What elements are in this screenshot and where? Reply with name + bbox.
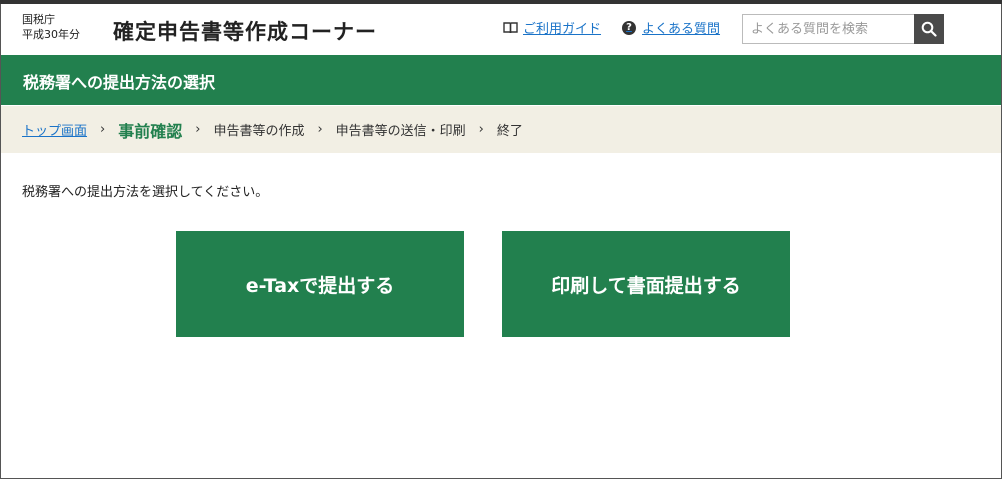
chevron-right-icon: ›	[100, 122, 106, 137]
etax-submit-button[interactable]: e-Taxで提出する	[176, 231, 464, 337]
breadcrumb-step: 申告書等の送信・印刷	[335, 124, 466, 139]
print-submit-button[interactable]: 印刷して書面提出する	[502, 231, 790, 337]
faq-link[interactable]: ? よくある質問	[622, 18, 720, 37]
chevron-right-icon: ›	[317, 122, 323, 137]
agency-block: 国税庁 平成30年分	[22, 12, 80, 42]
book-icon	[503, 22, 518, 34]
tax-year: 平成30年分	[22, 28, 80, 41]
guide-link[interactable]: ご利用ガイド	[503, 18, 601, 37]
site-header: 国税庁 平成30年分 確定申告書等作成コーナー ご利用ガイド ? よくある質問	[0, 4, 1002, 54]
breadcrumb-top-link[interactable]: トップ画面	[22, 120, 87, 139]
page-title: 税務署への提出方法の選択	[23, 73, 216, 92]
breadcrumb: トップ画面 › 事前確認 › 申告書等の作成 › 申告書等の送信・印刷 › 終了	[1, 106, 1001, 153]
question-icon: ?	[622, 20, 636, 35]
search-button[interactable]	[914, 14, 944, 44]
search-icon	[921, 21, 937, 37]
site-title: 確定申告書等作成コーナー	[113, 20, 377, 44]
breadcrumb-current-step: 事前確認	[118, 121, 183, 141]
instruction-text: 税務署への提出方法を選択してください。	[22, 185, 269, 200]
guide-link-label: ご利用ガイド	[523, 22, 602, 37]
faq-link-label: よくある質問	[642, 22, 721, 37]
page-title-bar: 税務署への提出方法の選択	[1, 55, 1001, 105]
chevron-right-icon: ›	[195, 122, 201, 137]
chevron-right-icon: ›	[478, 122, 484, 137]
breadcrumb-step: 申告書等の作成	[213, 124, 305, 139]
search-input[interactable]	[742, 14, 915, 44]
breadcrumb-step: 終了	[496, 124, 523, 139]
agency-name: 国税庁	[22, 13, 55, 26]
